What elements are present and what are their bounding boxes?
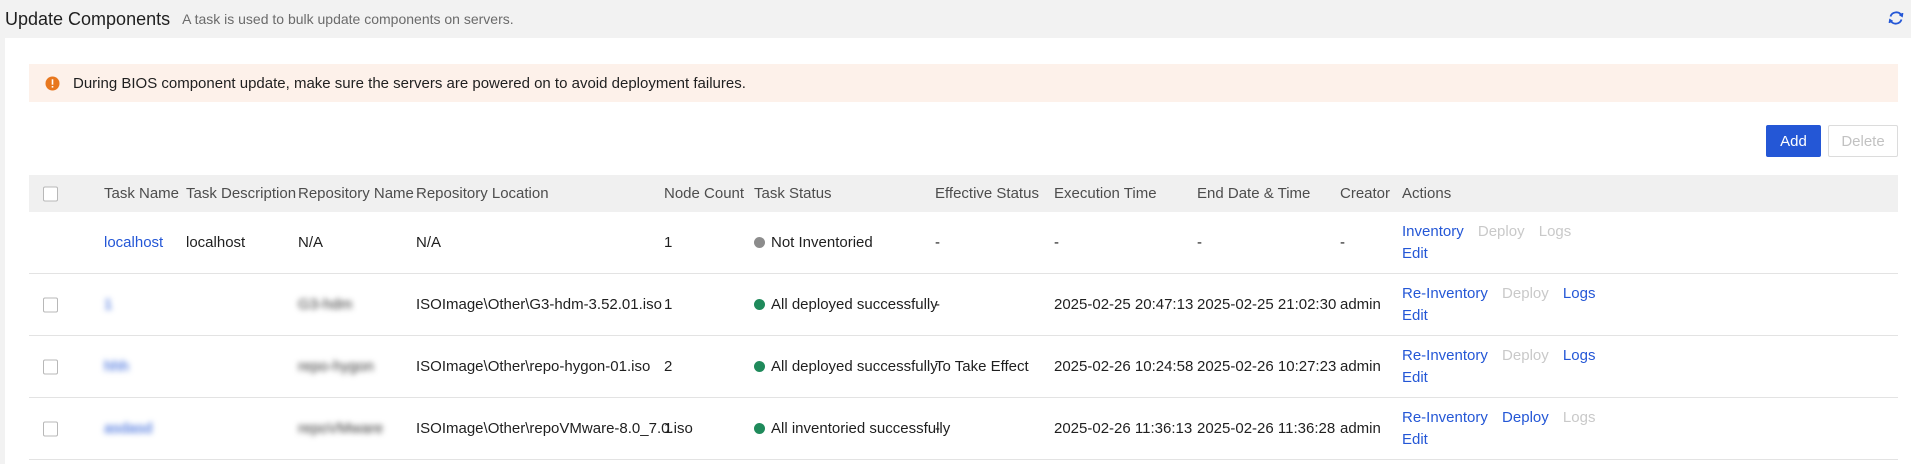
warning-icon: [45, 76, 60, 90]
col-repository-name: Repository Name: [298, 185, 414, 202]
re-inventory-action[interactable]: Re-Inventory: [1402, 347, 1488, 364]
re-inventory-action[interactable]: Re-Inventory: [1402, 285, 1488, 302]
end-date-time: 2025-02-26 11:36:28: [1197, 420, 1336, 437]
alert-message: During BIOS component update, make sure …: [73, 74, 746, 92]
col-effective-status: Effective Status: [935, 185, 1039, 202]
execution-time: 2025-02-26 10:24:58: [1054, 358, 1194, 375]
task-status: All deployed successfully: [754, 336, 938, 397]
inventory-action[interactable]: Inventory: [1402, 223, 1464, 240]
content-panel: During BIOS component update, make sure …: [5, 38, 1911, 464]
row-actions: Re-Inventory Deploy Logs Edit: [1402, 274, 1605, 335]
task-name-link[interactable]: 1: [104, 274, 112, 335]
repository-name: repoVMware: [298, 420, 384, 437]
repository-name: G3-hdm: [298, 296, 353, 313]
col-execution-time: Execution Time: [1054, 185, 1157, 202]
col-task-status: Task Status: [754, 185, 832, 202]
execution-time: 2025-02-25 20:47:13: [1054, 296, 1194, 313]
table-header: Task Name Task Description Repository Na…: [29, 175, 1898, 212]
row-checkbox[interactable]: [43, 359, 58, 374]
task-description: localhost: [186, 234, 246, 251]
end-date-time: 2025-02-26 10:27:23: [1197, 358, 1337, 375]
end-date-time: 2025-02-25 21:02:30: [1197, 296, 1337, 313]
edit-action[interactable]: Edit: [1402, 431, 1428, 448]
deploy-action[interactable]: Deploy: [1502, 409, 1549, 426]
logs-action[interactable]: Logs: [1563, 285, 1596, 302]
task-status: Not Inventoried: [754, 212, 873, 273]
col-actions: Actions: [1402, 185, 1452, 202]
creator: admin: [1340, 358, 1381, 375]
page-header: Update Components A task is used to bulk…: [0, 0, 1911, 38]
logs-action[interactable]: Logs: [1539, 223, 1572, 240]
task-name-link[interactable]: localhost: [104, 212, 163, 273]
status-dot-icon: [754, 237, 765, 248]
add-button[interactable]: Add: [1766, 125, 1821, 157]
effective-status: -: [935, 234, 940, 251]
refresh-icon[interactable]: [1887, 9, 1905, 27]
tasks-table: Task Name Task Description Repository Na…: [29, 175, 1898, 460]
row-actions: Re-Inventory Deploy Logs Edit: [1402, 398, 1605, 459]
table-row: localhost localhost N/A N/A 1 Not Invent…: [29, 212, 1898, 274]
edit-action[interactable]: Edit: [1402, 307, 1428, 324]
node-count: 1: [664, 234, 673, 251]
table-row: hhh repo-hygon ISOImage\Other\repo-hygon…: [29, 336, 1898, 398]
table-row: asdasd repoVMware ISOImage\Other\repoVMw…: [29, 398, 1898, 460]
creator: admin: [1340, 420, 1381, 437]
warning-alert: During BIOS component update, make sure …: [29, 64, 1898, 102]
logs-action[interactable]: Logs: [1563, 347, 1596, 364]
task-status-text: Not Inventoried: [771, 234, 873, 251]
task-status-text: All inventoried successfully: [771, 420, 951, 437]
node-count: 1: [664, 296, 673, 313]
repository-location: ISOImage\Other\repoVMware-8.0_7.0.iso: [416, 420, 693, 437]
creator: admin: [1340, 296, 1381, 313]
col-node-count: Node Count: [664, 185, 745, 202]
row-checkbox[interactable]: [43, 297, 58, 312]
status-dot-icon: [754, 423, 765, 434]
delete-button[interactable]: Delete: [1828, 125, 1898, 157]
node-count: 1: [664, 420, 673, 437]
task-status-text: All deployed successfully: [771, 296, 938, 313]
effective-status: -: [935, 420, 940, 437]
effective-status: To Take Effect: [935, 358, 1029, 375]
re-inventory-action[interactable]: Re-Inventory: [1402, 409, 1488, 426]
row-actions: Re-Inventory Deploy Logs Edit: [1402, 336, 1605, 397]
task-status-text: All deployed successfully: [771, 358, 938, 375]
col-repository-location: Repository Location: [416, 185, 549, 202]
deploy-action[interactable]: Deploy: [1502, 285, 1549, 302]
page-title: Update Components: [5, 8, 171, 29]
node-count: 2: [664, 358, 673, 375]
table-row: 1 G3-hdm ISOImage\Other\G3-hdm-3.52.01.i…: [29, 274, 1898, 336]
repository-location: ISOImage\Other\repo-hygon-01.iso: [416, 358, 651, 375]
execution-time: -: [1054, 234, 1059, 251]
creator: -: [1340, 234, 1345, 251]
col-task-name: Task Name: [104, 185, 180, 202]
task-status: All inventoried successfully: [754, 398, 950, 459]
row-actions: Inventory Deploy Logs Edit: [1402, 212, 1581, 273]
repository-location: ISOImage\Other\G3-hdm-3.52.01.iso: [416, 296, 662, 313]
edit-action[interactable]: Edit: [1402, 369, 1428, 386]
col-task-description: Task Description: [186, 185, 297, 202]
deploy-action[interactable]: Deploy: [1478, 223, 1525, 240]
repository-name: repo-hygon: [298, 358, 374, 375]
execution-time: 2025-02-26 11:36:13: [1054, 420, 1193, 437]
edit-action[interactable]: Edit: [1402, 245, 1428, 262]
deploy-action[interactable]: Deploy: [1502, 347, 1549, 364]
task-status: All deployed successfully: [754, 274, 938, 335]
status-dot-icon: [754, 299, 765, 310]
col-creator: Creator: [1340, 185, 1391, 202]
effective-status: -: [935, 296, 940, 313]
page-subtitle: A task is used to bulk update components…: [182, 11, 514, 27]
repository-location: N/A: [416, 234, 442, 251]
repository-name: N/A: [298, 234, 324, 251]
task-name-link[interactable]: hhh: [104, 336, 129, 397]
status-dot-icon: [754, 361, 765, 372]
end-date-time: -: [1197, 234, 1202, 251]
logs-action[interactable]: Logs: [1563, 409, 1596, 426]
task-name-link[interactable]: asdasd: [104, 398, 152, 459]
select-all-checkbox[interactable]: [43, 186, 58, 201]
col-end-date-time: End Date & Time: [1197, 185, 1311, 202]
row-checkbox[interactable]: [43, 421, 58, 436]
